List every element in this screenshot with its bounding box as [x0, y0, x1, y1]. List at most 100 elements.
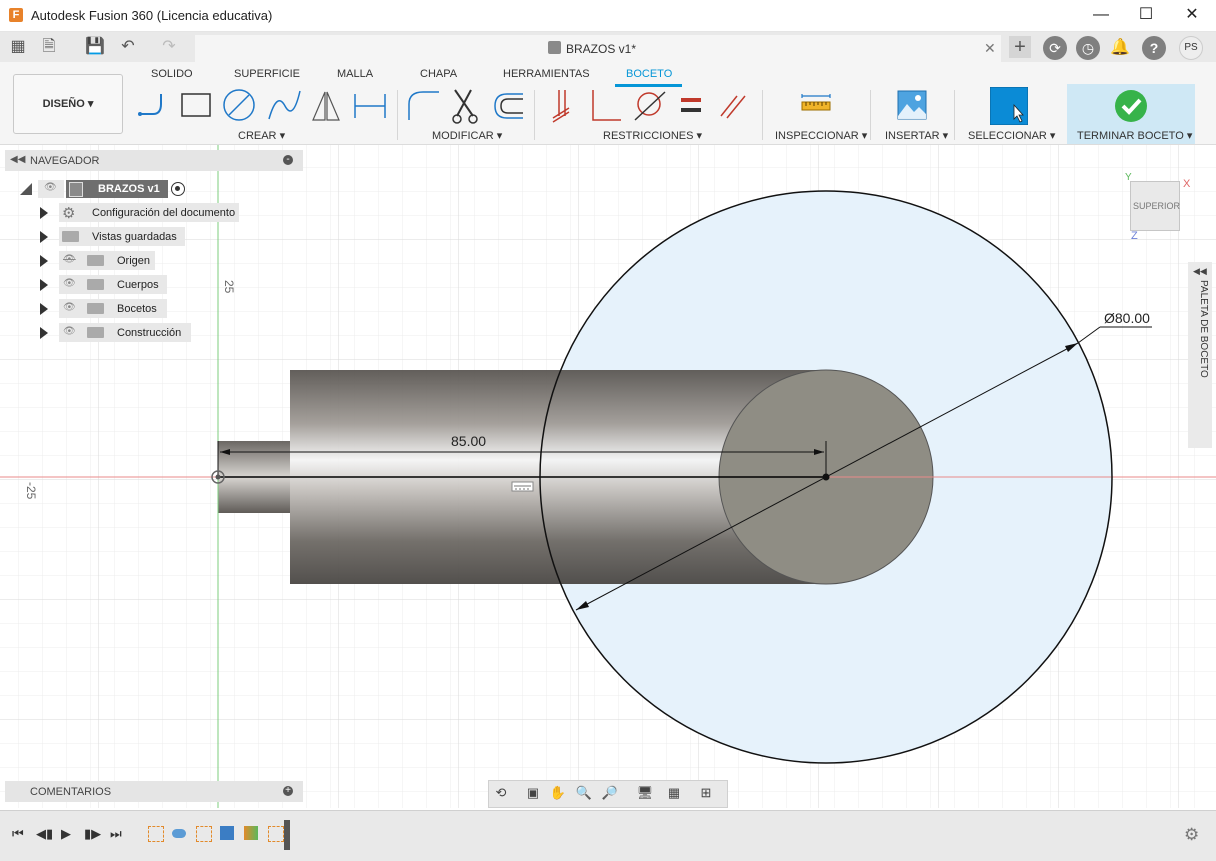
expand-item-icon[interactable]	[40, 303, 48, 315]
trim-scissors-icon[interactable]	[452, 89, 478, 124]
nav-item-label: Vistas guardadas	[92, 231, 177, 243]
group-restricciones-label: RESTRICCIONES	[603, 130, 694, 142]
parallel-constraint-icon[interactable]	[720, 95, 746, 119]
timeline-play-icon[interactable]: ▶	[61, 826, 71, 842]
mirror-tool-icon[interactable]	[312, 91, 340, 121]
save-icon[interactable]: 💾	[84, 36, 106, 58]
expand-item-icon[interactable]	[40, 207, 48, 219]
pan-hand-icon[interactable]: ✋	[549, 784, 567, 802]
navigator-title: NAVEGADOR	[30, 155, 100, 167]
tab-malla[interactable]: MALLA	[337, 68, 373, 80]
look-at-icon[interactable]: ▣	[524, 784, 542, 802]
job-status-clock-icon[interactable]: ◷	[1076, 36, 1100, 60]
rectangle-tool-icon[interactable]	[181, 93, 211, 117]
group-crear[interactable]: CREAR ▾	[238, 129, 285, 142]
circle-tool-icon[interactable]	[223, 89, 255, 121]
redo-icon[interactable]: ↷	[158, 36, 180, 58]
zoom-icon[interactable]: 🔍	[575, 784, 593, 802]
undo-icon[interactable]: ↶	[117, 36, 139, 58]
fix-constraint-icon[interactable]	[552, 90, 570, 123]
timeline-combine-feature-icon[interactable]	[244, 826, 258, 840]
group-insertar[interactable]: INSERTAR ▾	[885, 129, 948, 142]
tab-solido[interactable]: SOLIDO	[151, 68, 193, 80]
group-modificar-label: MODIFICAR	[432, 130, 494, 142]
close-tab-icon[interactable]: ✕	[984, 40, 996, 57]
expand-item-icon[interactable]	[40, 327, 48, 339]
eye-icon[interactable]: 👁	[63, 278, 76, 289]
comments-label: COMENTARIOS	[30, 786, 112, 798]
eye-icon[interactable]: 👁	[63, 302, 76, 313]
grid-label-minus-25: -25	[24, 482, 38, 500]
timeline-extrude-feature-icon[interactable]	[172, 829, 186, 838]
tab-boceto[interactable]: BOCETO	[626, 68, 672, 80]
palette-expand-icon[interactable]: ◀◀	[1193, 266, 1207, 277]
fillet-tool-icon[interactable]	[408, 91, 439, 120]
group-restricciones[interactable]: RESTRICCIONES ▾	[603, 129, 702, 142]
minimize-button[interactable]: —	[1078, 4, 1124, 26]
line-tool-icon[interactable]	[138, 94, 162, 116]
new-tab-plus-icon[interactable]: +	[1009, 36, 1031, 58]
timeline-sketch-feature-icon[interactable]	[148, 826, 164, 842]
data-panel-grid-icon[interactable]: ▦	[7, 36, 29, 58]
group-terminar-label: TERMINAR BOCETO	[1077, 130, 1184, 142]
timeline-next-icon[interactable]: ▮▶	[84, 826, 101, 842]
dimension-tool-icon[interactable]	[354, 94, 386, 118]
dimension-diameter-label[interactable]: Ø80.00	[1104, 310, 1150, 326]
workspace-switcher-button[interactable]: DISEÑO ▾	[13, 74, 123, 134]
extensions-icon[interactable]: ⟳	[1043, 36, 1067, 60]
close-window-button[interactable]: ✕	[1169, 4, 1215, 26]
equal-constraint-icon[interactable]	[681, 98, 701, 112]
expand-item-icon[interactable]	[40, 231, 48, 243]
file-menu-icon[interactable]: 🗎	[38, 36, 60, 58]
group-terminar-boceto[interactable]: TERMINAR BOCETO ▾	[1077, 129, 1192, 142]
expand-item-icon[interactable]	[40, 255, 48, 267]
timeline-settings-gear-icon[interactable]: ⚙	[1184, 825, 1199, 845]
timeline-prev-icon[interactable]: ◀▮	[36, 826, 53, 842]
spline-tool-icon[interactable]	[268, 90, 301, 120]
notifications-bell-icon[interactable]: 🔔	[1109, 37, 1131, 59]
expand-root-icon[interactable]	[20, 183, 32, 195]
group-inspeccionar[interactable]: INSPECCIONAR ▾	[775, 129, 867, 142]
coincident-constraint-icon[interactable]	[592, 90, 621, 121]
finish-sketch-check-icon[interactable]	[1114, 89, 1148, 123]
tab-herramientas[interactable]: HERRAMIENTAS	[503, 68, 590, 80]
timeline-extrude-feature-icon[interactable]	[220, 826, 234, 840]
eye-icon[interactable]: 👁	[44, 182, 57, 193]
fit-icon[interactable]: 🔎	[601, 784, 619, 802]
group-seleccionar[interactable]: SELECCIONAR ▾	[968, 129, 1055, 142]
timeline-sketch-feature-icon[interactable]	[196, 826, 212, 842]
dimension-85-label[interactable]: 85.00	[451, 433, 486, 449]
timeline-first-icon[interactable]: ⏮	[12, 826, 24, 842]
display-settings-icon[interactable]: 🖥	[636, 784, 654, 802]
grid-settings-icon[interactable]: ▦	[665, 784, 683, 802]
maximize-button[interactable]: ☐	[1123, 4, 1169, 26]
group-modificar[interactable]: MODIFICAR ▾	[432, 129, 502, 142]
user-avatar[interactable]: PS	[1179, 36, 1203, 60]
tangent-constraint-icon[interactable]	[634, 91, 666, 121]
fusion-app-icon: F	[9, 8, 23, 22]
select-tool-icon[interactable]	[990, 87, 1028, 125]
navigator-collapse-icon[interactable]: ◀◀	[10, 154, 25, 165]
orbit-icon[interactable]: ⟲	[492, 784, 510, 802]
insert-image-icon[interactable]	[897, 90, 927, 120]
viewports-icon[interactable]: ⊞	[697, 784, 715, 802]
nav-item-label: Origen	[117, 255, 151, 267]
add-comment-icon[interactable]: +	[283, 786, 293, 796]
center-point[interactable]	[822, 473, 830, 481]
expand-item-icon[interactable]	[40, 279, 48, 291]
tab-chapa[interactable]: CHAPA	[420, 68, 457, 80]
folder-icon	[87, 255, 104, 266]
timeline-last-icon[interactable]: ⏭	[110, 826, 122, 842]
document-tab-label: BRAZOS v1*	[566, 42, 637, 56]
eye-icon[interactable]: 👁	[63, 326, 76, 337]
measure-ruler-icon[interactable]	[800, 92, 832, 116]
folder-icon	[87, 327, 104, 338]
tab-superficie[interactable]: SUPERFICIE	[234, 68, 300, 80]
ribbon-separator	[762, 90, 763, 140]
help-icon[interactable]: ?	[1142, 36, 1166, 60]
offset-tool-icon[interactable]	[494, 93, 523, 119]
timeline-marker[interactable]	[284, 820, 290, 850]
navigator-minimize-icon[interactable]: -	[283, 155, 293, 165]
eye-hidden-icon[interactable]: 👁	[63, 254, 76, 265]
timeline-sketch-feature-icon[interactable]	[268, 826, 284, 842]
